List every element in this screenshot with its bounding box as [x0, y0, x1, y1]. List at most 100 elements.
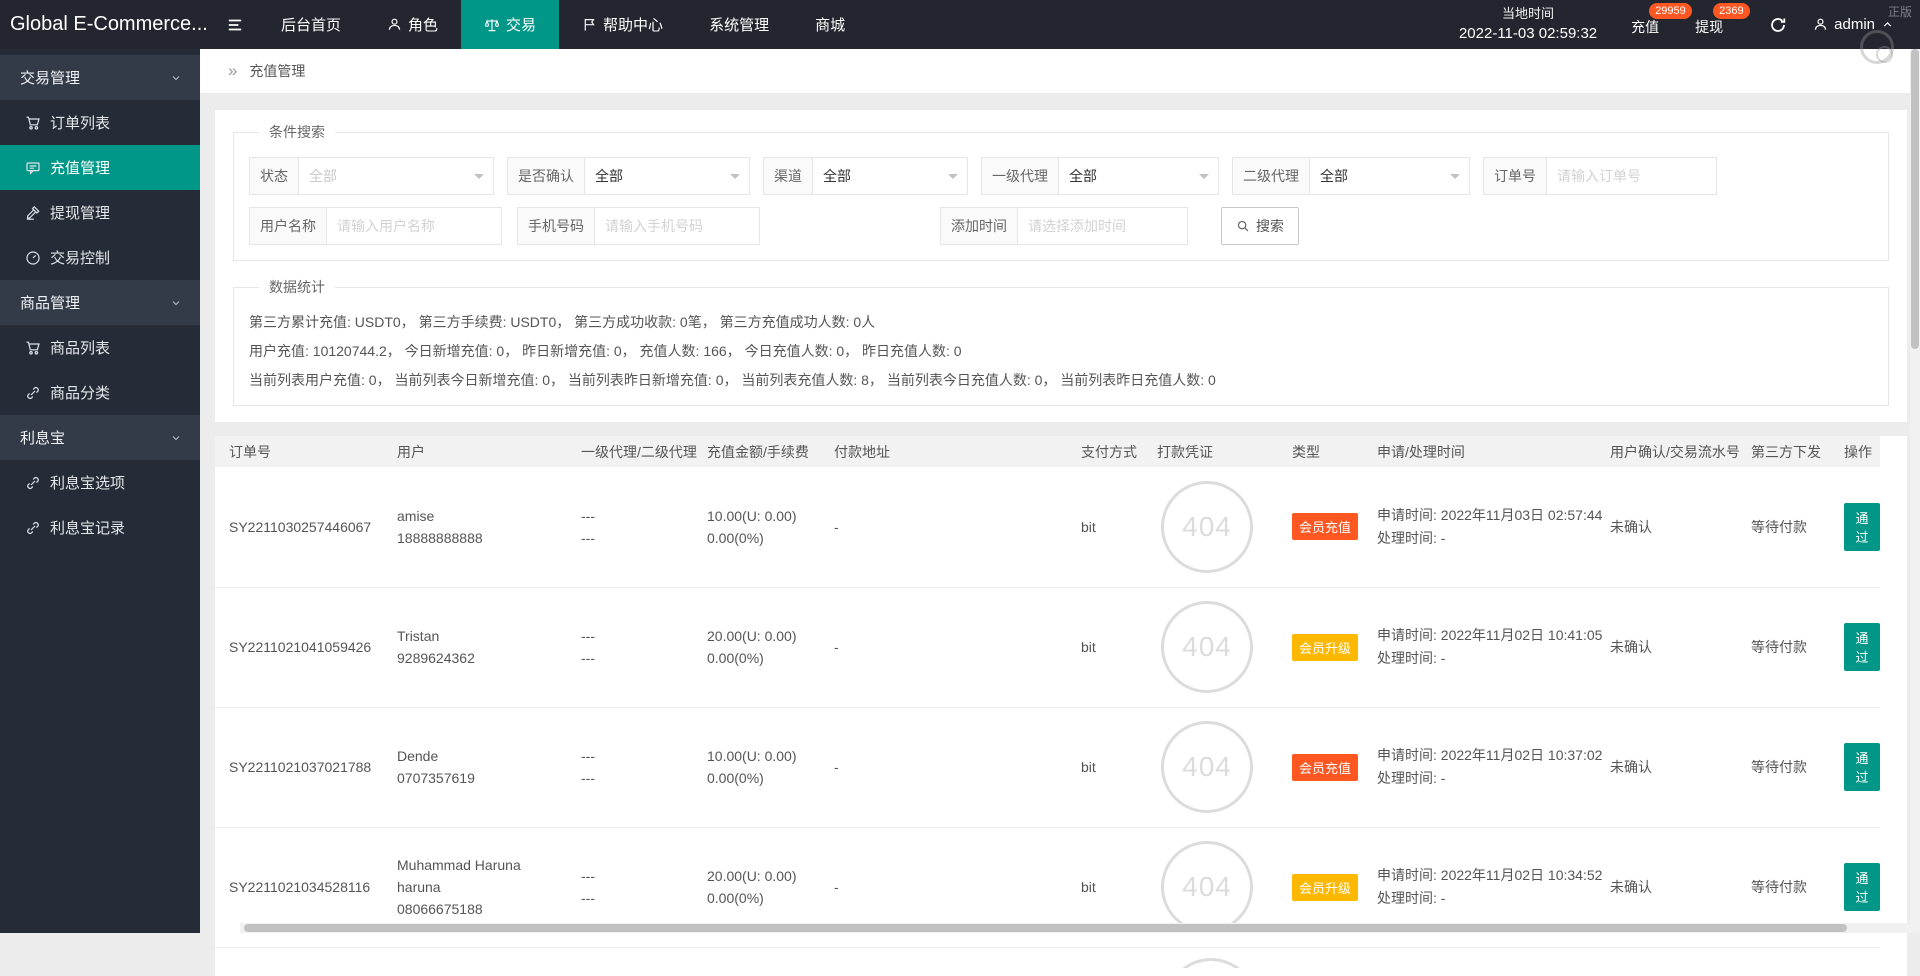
hamburger-icon[interactable]	[212, 0, 258, 49]
sidebar-group-product-management[interactable]: 商品管理	[0, 280, 200, 325]
user-phone: 0707357619	[397, 767, 567, 789]
horizontal-scrollbar-thumb[interactable]	[244, 924, 1847, 932]
cell-pay-method: bit	[1067, 587, 1143, 707]
sidebar-item-product-category[interactable]: 商品分类	[0, 370, 200, 415]
scales-icon	[484, 17, 500, 33]
status-select[interactable]: 全部	[299, 157, 494, 195]
agent1: ---	[581, 625, 693, 647]
user-name: amise	[397, 505, 567, 527]
amount: 20.00(U: 0.00)	[707, 625, 820, 647]
search-row-1: 状态 全部 是否确认 全部 渠道 全部 一级代理 全部	[249, 157, 1873, 195]
sidebar-item-recharge-management[interactable]: 充值管理	[0, 145, 200, 190]
col-amount-fee: 充值金额/手续费	[693, 436, 820, 467]
username-input[interactable]	[327, 208, 501, 244]
sidebar-group-trade-management[interactable]: 交易管理	[0, 55, 200, 100]
add-time-input[interactable]	[1018, 208, 1187, 244]
phone-input[interactable]	[595, 208, 759, 244]
sidebar-item-trade-control[interactable]: 交易控制	[0, 235, 200, 280]
nav-item-label: 商城	[815, 14, 845, 35]
nav-item-label: 角色	[408, 14, 438, 35]
cell-user-confirm: 未确认	[1596, 467, 1737, 587]
nav-item-dashboard[interactable]: 后台首页	[258, 0, 364, 49]
stats-line-third-party: 第三方累计充值: USDT0， 第三方手续费: USDT0， 第三方成功收款: …	[249, 312, 1873, 332]
fee: 0.00(0%)	[707, 527, 820, 549]
cell-voucher: 404	[1143, 467, 1278, 587]
cell-user-confirm: 未确认	[1596, 707, 1737, 827]
sidebar-item-label: 商品分类	[50, 382, 110, 403]
sidebar-item-label: 利息宝选项	[50, 472, 125, 493]
top-nav: 后台首页 角色 交易 帮助中心 系统管理 商城	[258, 0, 868, 49]
nav-item-help[interactable]: 帮助中心	[559, 0, 686, 49]
nav-item-trade[interactable]: 交易	[461, 0, 559, 49]
cell-action: 通过	[1830, 707, 1880, 827]
cell-times: 申请时间: 2022年11月02日 10:41:05处理时间: -	[1363, 587, 1596, 707]
recharge-table: 订单号 用户 一级代理/二级代理 充值金额/手续费 付款地址 支付方式 打款凭证…	[215, 436, 1880, 948]
agent1: ---	[581, 745, 693, 767]
phone-filter: 手机号码	[517, 207, 760, 245]
gauge-icon	[25, 250, 41, 266]
amount: 10.00(U: 0.00)	[707, 505, 820, 527]
cell-type: 会员升级	[1278, 587, 1363, 707]
cell-agents: ------	[567, 707, 693, 827]
topbar: Global E-Commerce... 后台首页 角色 交易 帮助中心 系统管…	[0, 0, 1920, 49]
nav-item-system[interactable]: 系统管理	[686, 0, 792, 49]
nav-item-label: 后台首页	[281, 14, 341, 35]
refresh-icon[interactable]	[1753, 0, 1803, 49]
nav-item-roles[interactable]: 角色	[364, 0, 461, 49]
page-title: 充值管理	[249, 63, 305, 79]
cell-pay-address: -	[820, 467, 1067, 587]
sidebar-item-label: 订单列表	[50, 112, 110, 133]
status-filter: 状态 全部	[249, 157, 494, 195]
search-button[interactable]: 搜索	[1221, 207, 1299, 245]
approve-button[interactable]: 通过	[1844, 863, 1880, 911]
apply-time: 申请时间: 2022年11月02日 10:37:02	[1377, 744, 1596, 767]
type-badge: 会员升级	[1292, 874, 1358, 901]
sidebar-group-interest-treasure[interactable]: 利息宝	[0, 415, 200, 460]
cell-voucher: 404	[1143, 707, 1278, 827]
agent2-select[interactable]: 全部	[1310, 157, 1470, 195]
sidebar-item-interest-records[interactable]: 利息宝记录	[0, 505, 200, 550]
vertical-scrollbar	[1910, 49, 1920, 933]
recharge-shortcut[interactable]: 充值 29959	[1625, 0, 1689, 49]
process-time: 处理时间: -	[1377, 767, 1596, 790]
confirm-filter: 是否确认 全部	[507, 157, 750, 195]
cell-order-no: SY2211030257446067	[215, 467, 383, 587]
order-no-filter: 订单号	[1483, 157, 1717, 195]
cell-third-party: 等待付款	[1737, 467, 1830, 587]
stats-line-current-list: 当前列表用户充值: 0， 当前列表今日新增充值: 0， 当前列表昨日新增充值: …	[249, 370, 1873, 390]
channel-select[interactable]: 全部	[813, 157, 968, 195]
approve-button[interactable]: 通过	[1844, 623, 1880, 671]
agent1-select[interactable]: 全部	[1059, 157, 1219, 195]
confirm-select[interactable]: 全部	[585, 157, 750, 195]
apply-time: 申请时间: 2022年11月02日 10:41:05	[1377, 624, 1596, 647]
cell-user: Dende0707357619	[383, 707, 567, 827]
cell-agents: ------	[567, 467, 693, 587]
agent1: ---	[581, 505, 693, 527]
sidebar-item-withdraw-management[interactable]: 提现管理	[0, 190, 200, 235]
sidebar-item-product-list[interactable]: 商品列表	[0, 325, 200, 370]
approve-button[interactable]: 通过	[1844, 503, 1880, 551]
cell-pay-method: bit	[1067, 467, 1143, 587]
sidebar-item-order-list[interactable]: 订单列表	[0, 100, 200, 145]
stats-fieldset: 数据统计 第三方累计充值: USDT0， 第三方手续费: USDT0， 第三方成…	[233, 277, 1889, 406]
withdraw-badge: 2369	[1713, 3, 1749, 19]
table-header-row: 订单号 用户 一级代理/二级代理 充值金额/手续费 付款地址 支付方式 打款凭证…	[215, 436, 1880, 467]
nav-item-mall[interactable]: 商城	[792, 0, 868, 49]
recharge-label: 充值	[1631, 17, 1659, 37]
col-type: 类型	[1278, 436, 1363, 467]
user-name: Tristan	[397, 625, 567, 647]
link-icon	[25, 475, 41, 491]
approve-button[interactable]: 通过	[1844, 743, 1880, 791]
withdraw-shortcut[interactable]: 提现 2369	[1689, 0, 1753, 49]
order-no-input[interactable]	[1547, 158, 1716, 194]
vertical-scrollbar-thumb[interactable]	[1911, 49, 1919, 349]
breadcrumb-arrows-icon: »	[228, 61, 237, 80]
sidebar-item-interest-options[interactable]: 利息宝选项	[0, 460, 200, 505]
cell-pay-address: -	[820, 587, 1067, 707]
dropdown-arrow-icon	[1450, 174, 1460, 184]
sidebar-item-label: 商品列表	[50, 337, 110, 358]
agent2: ---	[581, 527, 693, 549]
main-area: » 充值管理 条件搜索 状态 全部 是否确认 全部 渠道	[200, 49, 1920, 933]
agent2: ---	[581, 887, 693, 909]
confirm-value: 全部	[595, 168, 623, 184]
